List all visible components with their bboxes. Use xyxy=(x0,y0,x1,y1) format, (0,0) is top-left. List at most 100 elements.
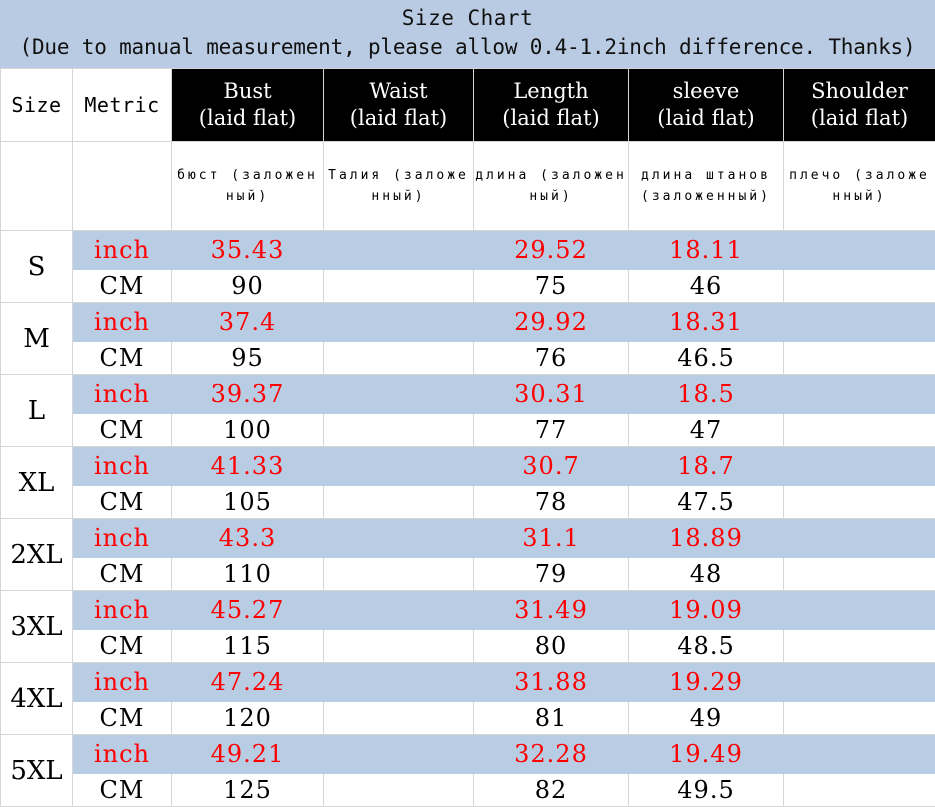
column-header-sublabel: (laid flat) xyxy=(474,105,628,132)
cell-3xl-inch-shoulder xyxy=(784,591,935,630)
table-row: CM120 8149 xyxy=(1,702,935,735)
size-chart-root: Size Chart (Due to manual measurement, p… xyxy=(0,0,935,789)
cell-4xl-inch-length: 31.88 xyxy=(474,663,629,702)
column-header-sublabel: (laid flat) xyxy=(172,105,323,132)
metric-label-inch: inch xyxy=(73,735,172,774)
cell-5xl-inch-waist xyxy=(324,735,474,774)
column-header-label: sleeve xyxy=(629,78,783,105)
size-label-4xl: 4XL xyxy=(1,663,73,735)
cell-m-inch-shoulder xyxy=(784,303,935,342)
cell-2xl-cm-length: 79 xyxy=(474,558,629,591)
size-label-s: S xyxy=(1,231,73,303)
column-header-bust: Bust(laid flat) xyxy=(172,69,324,142)
cell-3xl-cm-shoulder xyxy=(784,630,935,663)
cell-5xl-cm-shoulder xyxy=(784,774,935,807)
cell-2xl-cm-waist xyxy=(324,558,474,591)
cell-3xl-cm-bust: 115 xyxy=(172,630,324,663)
cell-s-inch-shoulder xyxy=(784,231,935,270)
page-title: Size Chart xyxy=(402,4,533,32)
cell-3xl-inch-length: 31.49 xyxy=(474,591,629,630)
table-row: CM1158048.5 xyxy=(1,630,935,663)
cell-4xl-inch-sleeve: 19.29 xyxy=(629,663,784,702)
cell-s-cm-length: 75 xyxy=(474,270,629,303)
cell-m-inch-sleeve: 18.31 xyxy=(629,303,784,342)
table-row: CM907546 xyxy=(1,270,935,303)
cell-4xl-cm-bust: 120 xyxy=(172,702,324,735)
table-row: CM1107948 xyxy=(1,558,935,591)
cell-2xl-inch-bust: 43.3 xyxy=(172,519,324,558)
column-header-sublabel: (laid flat) xyxy=(629,105,783,132)
cell-l-inch-sleeve: 18.5 xyxy=(629,375,784,414)
metric-label-inch: inch xyxy=(73,519,172,558)
cell-5xl-inch-bust: 49.21 xyxy=(172,735,324,774)
size-label-2xl: 2XL xyxy=(1,519,73,591)
cell-4xl-cm-length: 81 xyxy=(474,702,629,735)
table-row: CM957646.5 xyxy=(1,342,935,375)
cell-m-cm-bust: 95 xyxy=(172,342,324,375)
cell-4xl-inch-waist xyxy=(324,663,474,702)
metric-label-cm: CM xyxy=(73,558,172,591)
cell-4xl-cm-sleeve: 49 xyxy=(629,702,784,735)
cell-m-inch-waist xyxy=(324,303,474,342)
size-chart-table: SizeMetricBust(laid flat)Waist(laid flat… xyxy=(0,68,935,807)
table-row: CM1258249.5 xyxy=(1,774,935,807)
cell-m-cm-sleeve: 46.5 xyxy=(629,342,784,375)
size-label-xl: XL xyxy=(1,447,73,519)
cell-l-cm-shoulder xyxy=(784,414,935,447)
column-header-russian-bust: бюст (заложенный) xyxy=(172,142,324,231)
cell-2xl-cm-bust: 110 xyxy=(172,558,324,591)
column-header-russian-size xyxy=(1,142,73,231)
cell-4xl-cm-waist xyxy=(324,702,474,735)
cell-4xl-cm-shoulder xyxy=(784,702,935,735)
table-row: Linch39.3730.3118.5 xyxy=(1,375,935,414)
cell-3xl-cm-waist xyxy=(324,630,474,663)
cell-4xl-inch-bust: 47.24 xyxy=(172,663,324,702)
cell-s-cm-waist xyxy=(324,270,474,303)
cell-m-inch-length: 29.92 xyxy=(474,303,629,342)
column-header-russian-metric xyxy=(73,142,172,231)
table-row: 5XLinch49.2132.2819.49 xyxy=(1,735,935,774)
cell-5xl-inch-shoulder xyxy=(784,735,935,774)
cell-m-cm-length: 76 xyxy=(474,342,629,375)
size-label-3xl: 3XL xyxy=(1,591,73,663)
cell-3xl-cm-sleeve: 48.5 xyxy=(629,630,784,663)
cell-xl-cm-bust: 105 xyxy=(172,486,324,519)
metric-label-inch: inch xyxy=(73,303,172,342)
cell-s-cm-shoulder xyxy=(784,270,935,303)
table-row: Sinch35.4329.5218.11 xyxy=(1,231,935,270)
column-header-russian-sleeve: длина штанов (заложенный) xyxy=(629,142,784,231)
metric-label-cm: CM xyxy=(73,270,172,303)
cell-2xl-inch-length: 31.1 xyxy=(474,519,629,558)
size-label-l: L xyxy=(1,375,73,447)
cell-s-inch-sleeve: 18.11 xyxy=(629,231,784,270)
cell-2xl-inch-shoulder xyxy=(784,519,935,558)
cell-xl-inch-shoulder xyxy=(784,447,935,486)
cell-xl-cm-waist xyxy=(324,486,474,519)
cell-xl-cm-sleeve: 47.5 xyxy=(629,486,784,519)
metric-label-inch: inch xyxy=(73,375,172,414)
cell-xl-cm-length: 78 xyxy=(474,486,629,519)
cell-xl-cm-shoulder xyxy=(784,486,935,519)
cell-3xl-inch-sleeve: 19.09 xyxy=(629,591,784,630)
metric-label-cm: CM xyxy=(73,774,172,807)
cell-s-inch-bust: 35.43 xyxy=(172,231,324,270)
cell-5xl-inch-sleeve: 19.49 xyxy=(629,735,784,774)
metric-label-inch: inch xyxy=(73,591,172,630)
cell-xl-inch-bust: 41.33 xyxy=(172,447,324,486)
column-header-waist: Waist(laid flat) xyxy=(324,69,474,142)
chart-header: Size Chart (Due to manual measurement, p… xyxy=(0,0,935,68)
cell-m-cm-waist xyxy=(324,342,474,375)
column-header-label: Length xyxy=(474,78,628,105)
cell-5xl-cm-waist xyxy=(324,774,474,807)
column-header-length: Length(laid flat) xyxy=(474,69,629,142)
column-header-metric: Metric xyxy=(73,69,172,142)
cell-l-cm-sleeve: 47 xyxy=(629,414,784,447)
metric-label-cm: CM xyxy=(73,702,172,735)
column-header-russian-waist: Талия (заложенный) xyxy=(324,142,474,231)
cell-2xl-inch-sleeve: 18.89 xyxy=(629,519,784,558)
column-header-sublabel: (laid flat) xyxy=(784,105,935,132)
cell-l-inch-waist xyxy=(324,375,474,414)
table-row: 2XLinch43.331.118.89 xyxy=(1,519,935,558)
table-header-row-russian: бюст (заложенный)Талия (заложенный) длина… xyxy=(1,142,935,231)
cell-l-inch-length: 30.31 xyxy=(474,375,629,414)
